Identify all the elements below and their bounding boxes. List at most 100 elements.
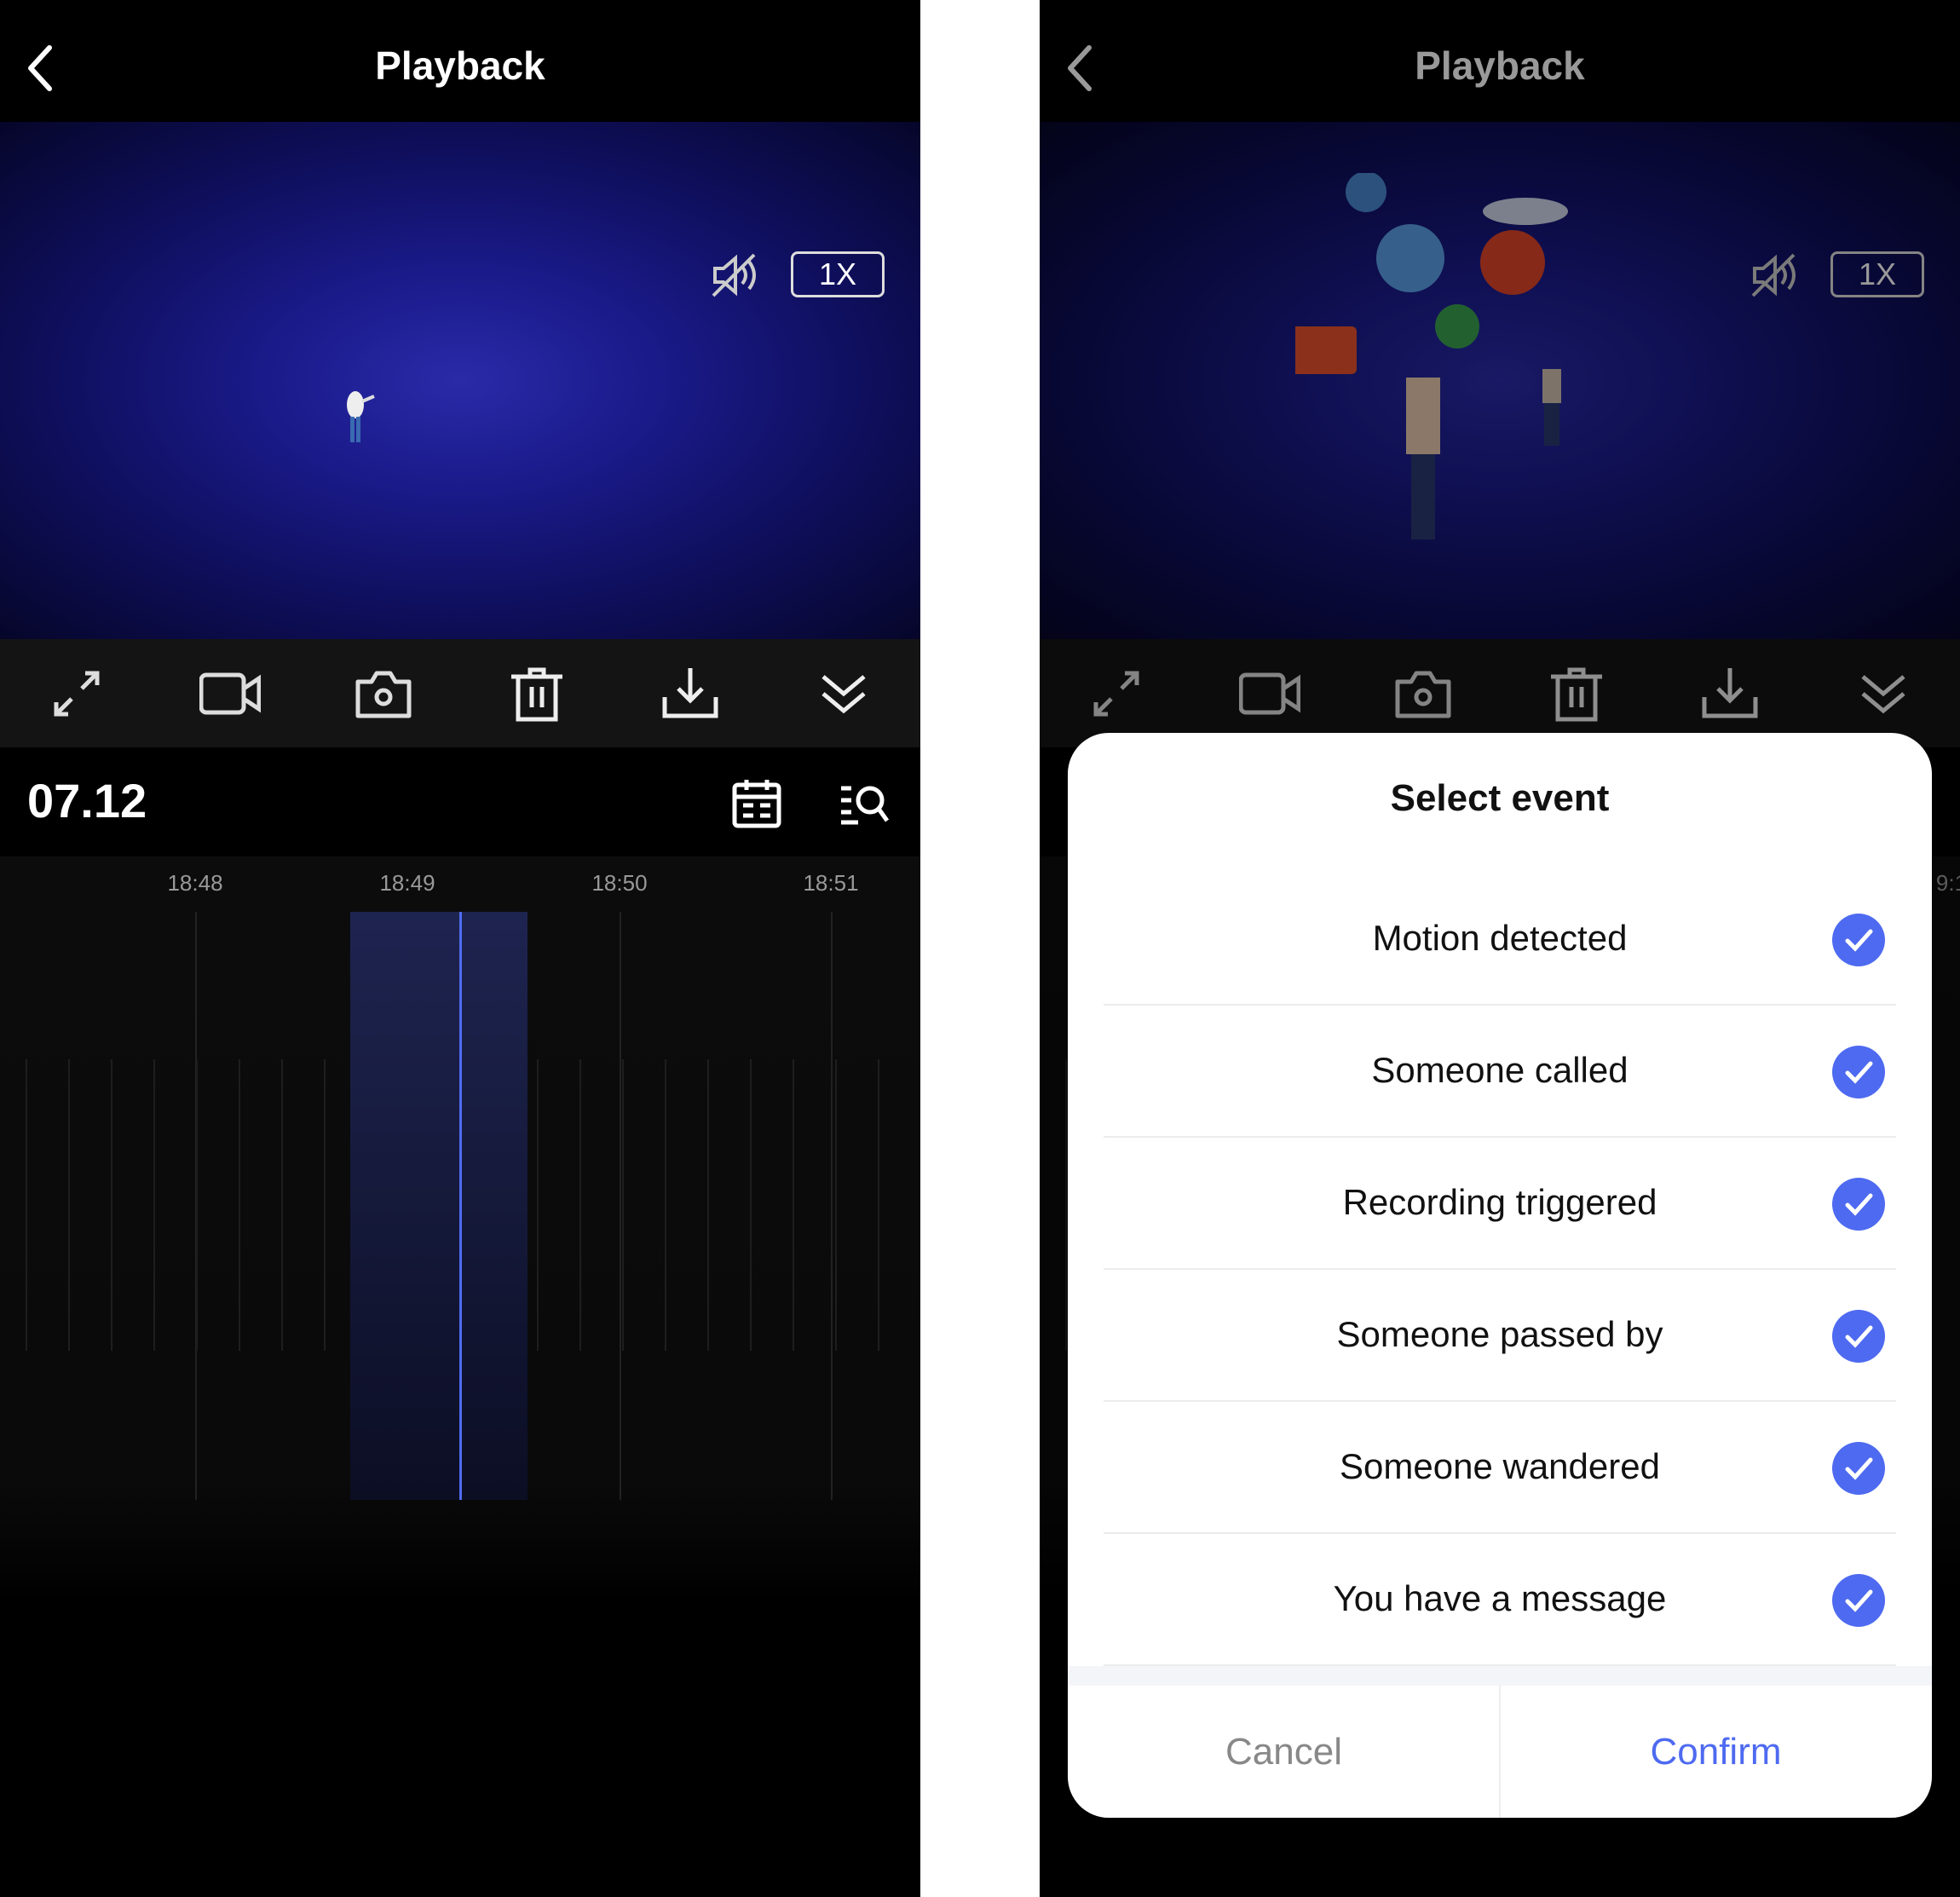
minor-tick [1065, 1059, 1067, 1351]
playback-toolbar [0, 639, 920, 747]
check-icon [1845, 1325, 1873, 1348]
download-icon [662, 668, 718, 718]
record-button[interactable] [1239, 663, 1300, 724]
playback-screen: Playback 1X 07.12 18:48 18:49 18:50 18:5… [0, 0, 920, 1897]
collapse-button[interactable] [1853, 663, 1914, 724]
tick-label: 18:48 [167, 870, 223, 896]
major-tick [831, 912, 833, 1500]
fullscreen-icon [54, 671, 100, 717]
fullscreen-button[interactable] [1086, 663, 1147, 724]
page-title: Playback [1415, 43, 1585, 88]
checkbox-checked[interactable] [1832, 1574, 1885, 1627]
playback-toolbar [1040, 639, 1960, 747]
divider-band [1068, 1666, 1932, 1686]
event-label: You have a message [1333, 1578, 1667, 1618]
mute-button[interactable] [1750, 251, 1804, 299]
event-label: Someone wandered [1340, 1446, 1660, 1486]
event-label: Recording triggered [1342, 1182, 1657, 1222]
checkbox-checked[interactable] [1832, 1310, 1885, 1363]
calendar-button[interactable] [731, 778, 782, 829]
header: Playback [1040, 0, 1960, 122]
check-icon [1845, 1457, 1873, 1480]
fullscreen-icon [1093, 671, 1139, 717]
timeline[interactable]: 18:48 18:49 18:50 18:51 [0, 856, 920, 1897]
checkbox-checked[interactable] [1832, 1442, 1885, 1495]
collapse-button[interactable] [813, 663, 874, 724]
fullscreen-button[interactable] [46, 663, 107, 724]
snapshot-button[interactable] [1392, 663, 1454, 724]
minor-tick [750, 1059, 752, 1351]
tick-label: 9:1 [1935, 870, 1960, 896]
mute-icon [712, 253, 756, 297]
minor-tick [537, 1059, 539, 1351]
page-title: Playback [375, 43, 545, 88]
event-option[interactable]: Someone passed by [1068, 1270, 1932, 1402]
date-label: 07.12 [27, 774, 147, 827]
event-option[interactable]: Recording triggered [1068, 1138, 1932, 1270]
snapshot-camera-icon [355, 671, 412, 718]
delete-button[interactable] [1546, 663, 1607, 724]
record-button[interactable] [199, 663, 261, 724]
playhead[interactable] [459, 912, 462, 1500]
video-illustration [1295, 173, 1568, 539]
video-player[interactable]: 1X [1040, 122, 1960, 639]
dialog-title: Select event [1390, 777, 1610, 819]
collapse-chevrons-icon [1861, 675, 1905, 714]
snapshot-button[interactable] [353, 663, 414, 724]
event-option[interactable]: You have a message [1068, 1534, 1932, 1666]
recording-segment[interactable] [350, 912, 527, 1500]
event-search-icon [841, 786, 890, 825]
event-search-button[interactable] [839, 778, 891, 829]
event-option[interactable]: Someone wandered [1068, 1402, 1932, 1534]
record-video-icon [1239, 672, 1300, 715]
minor-tick [26, 1059, 27, 1351]
calendar-icon [732, 780, 781, 828]
event-label: Someone called [1371, 1050, 1629, 1090]
check-icon [1845, 1589, 1873, 1612]
major-tick [620, 912, 621, 1500]
tick-label: 18:50 [591, 870, 648, 896]
download-icon [1702, 668, 1758, 718]
checkbox-checked[interactable] [1832, 914, 1885, 966]
minor-tick [68, 1059, 70, 1351]
minor-tick [579, 1059, 581, 1351]
download-button[interactable] [660, 663, 721, 724]
checkbox-checked[interactable] [1832, 1046, 1885, 1098]
check-icon [1845, 929, 1873, 952]
mute-button[interactable] [710, 251, 764, 299]
minor-tick [835, 1059, 837, 1351]
playback-screen-with-event-filter: Playback 1X 9:1 Select event Motion dete… [1040, 0, 1960, 1897]
collapse-chevrons-icon [821, 675, 866, 714]
tick-label: 18:49 [379, 870, 435, 896]
minor-tick [793, 1059, 794, 1351]
speed-button[interactable]: 1X [1830, 251, 1924, 297]
event-option[interactable]: Motion detected [1068, 874, 1932, 1006]
person-figure [347, 391, 375, 442]
minor-tick [281, 1059, 283, 1351]
header: Playback [0, 0, 920, 122]
minor-tick [153, 1059, 155, 1351]
minor-tick [239, 1059, 240, 1351]
delete-button[interactable] [506, 663, 568, 724]
video-player[interactable]: 1X [0, 122, 920, 639]
check-icon [1845, 1193, 1873, 1216]
event-option[interactable]: Someone called [1068, 1006, 1932, 1138]
select-event-dialog: Select event Motion detected Someone call… [1068, 733, 1932, 1818]
speed-button[interactable]: 1X [791, 251, 885, 297]
record-video-icon [199, 672, 261, 715]
minor-tick [196, 1059, 198, 1351]
event-label: Someone passed by [1336, 1314, 1663, 1354]
tick-label: 18:51 [803, 870, 859, 896]
mute-icon [1751, 253, 1796, 297]
snapshot-camera-icon [1395, 671, 1451, 718]
minor-tick [622, 1059, 624, 1351]
download-button[interactable] [1699, 663, 1761, 724]
minor-tick [111, 1059, 112, 1351]
date-row: 07.12 [0, 747, 920, 856]
minor-tick [324, 1059, 326, 1351]
confirm-button[interactable]: Confirm [1500, 1686, 1932, 1818]
check-icon [1845, 1061, 1873, 1084]
cancel-button[interactable]: Cancel [1068, 1686, 1500, 1818]
minor-tick [707, 1059, 709, 1351]
checkbox-checked[interactable] [1832, 1178, 1885, 1231]
